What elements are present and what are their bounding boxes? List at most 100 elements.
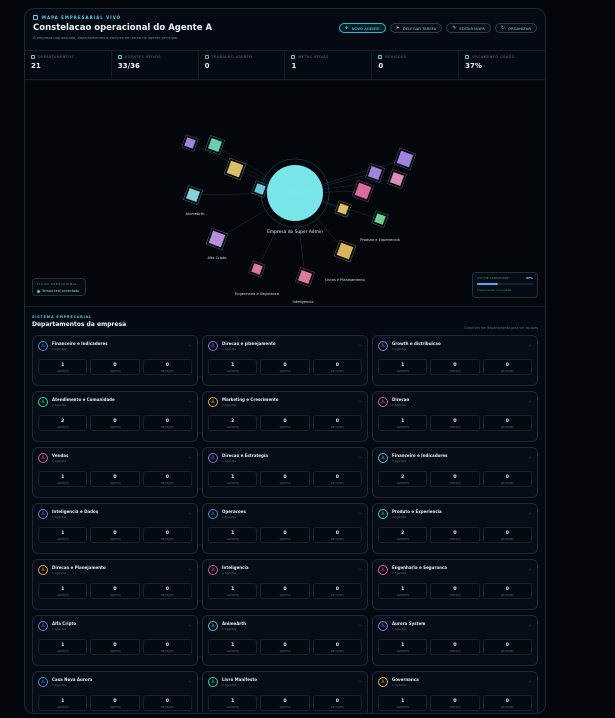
department-name: Financeiro e Indicadores [392,453,448,458]
department-card[interactable]: ♙ Casa Nova Aurora 1 Agentes › 1 AGENTES 0 TARE… [32,671,198,713]
constellation-svg[interactable]: Empresa do Super Admin Alfa Cripto Intelig… [25,81,545,307]
department-node-icon [254,183,266,195]
node-label: Engenharia e Seguranca [235,292,279,296]
department-icon: ♙ [38,453,48,463]
metric-box: 0 TAREFAS [430,695,480,711]
metric-label: REVISOES [330,482,344,485]
department-name: Inteligencia e Dados [52,509,99,514]
department-card[interactable]: ♙ Atendimento e Comunidade 2 Agentes › 2 AGEN… [32,391,198,442]
department-node-icon [374,213,386,225]
department-card[interactable]: ♙ Financeiro e Indicadores 1 Agentes › 1 AGEN… [32,335,198,386]
department-card[interactable]: ♙ Financeiro e Indicadores 2 Agentes › 2 AGEN… [372,447,538,498]
metric-box: 1 AGENTES [38,527,88,543]
department-node-icon [297,269,313,285]
department-sub: 1 Agentes [392,627,407,631]
metric-value: 0 [453,699,457,704]
metric-value: 0 [165,419,169,424]
department-card[interactable]: ♙ Produto e Experiencia 2 Agentes › 2 AGENTES… [372,503,538,554]
department-card[interactable]: ♙ Engenharia e Seguranca 1 Agentes › 1 AGENTE… [372,559,538,610]
metric-box: 0 REVISOES [142,415,192,431]
metric-label: REVISOES [330,538,344,541]
chevron-right-icon: › [359,455,361,461]
department-icon: ♙ [208,453,218,463]
department-card[interactable]: ♙ Inteligencia e Dados 1 Agentes › 1 AGENTES 0… [32,503,198,554]
stat-3: METAS ATIVAS 1 [285,51,373,79]
metric-value: 2 [61,419,65,424]
metric-label: REVISOES [160,706,174,709]
department-card[interactable]: ♙ Growth e distribuicao 1 Agentes › 1 AGENTES… [372,335,538,386]
metric-label: TAREFAS [279,594,291,597]
stat-value: 21 [31,62,41,70]
department-card[interactable]: ♙ AnimeArth 1 Agentes › 1 AGENTES 0 TAREFAS 0 REV… [202,615,368,666]
metric-value: 0 [113,419,117,424]
department-card[interactable]: ♙ Direcao 1 Agentes › 1 AGENTES 0 TAREFAS 0 REVIS… [372,391,538,442]
constellation-map[interactable]: Empresa do Super Admin Alfa Cripto Intelig… [25,81,545,307]
metric-box: 0 TAREFAS [260,639,310,655]
department-sub: 1 Agentes [52,571,67,575]
stat-label: DEPARTAMENTOS [38,55,75,59]
department-sub: 2 Agentes [392,515,407,519]
node-label: Inteligencia [293,300,314,304]
department-card[interactable]: ♙ Direcao e Estrategia 1 Agentes › 1 AGENTES 0… [202,447,368,498]
chevron-right-icon: › [189,511,191,517]
department-icon: ♙ [38,341,48,351]
metric-label: TAREFAS [109,370,121,373]
metric-box: 1 AGENTES [378,359,428,375]
metric-box: 0 REVISOES [142,471,192,487]
metric-value: 0 [505,531,509,536]
chevron-right-icon: › [189,679,191,685]
metric-box: 0 TAREFAS [260,471,310,487]
metric-box: 0 TAREFAS [90,527,140,543]
metric-box: 0 TAREFAS [90,583,140,599]
metric-box: 0 REVISOES [482,471,532,487]
metric-value: 1 [231,363,235,368]
metric-value: 0 [505,587,509,592]
metric-box: 0 TAREFAS [260,415,310,431]
metric-label: AGENTES [226,482,239,485]
metric-value: 0 [165,531,169,536]
metric-value: 0 [113,587,117,592]
department-card[interactable]: ♙ Alfa Cripto 1 Agentes › 1 AGENTES 0 TAREFAS 0 R… [32,615,198,666]
delegate-task-button[interactable]: ➤ DELEGAR TAREFA [389,23,443,33]
department-card[interactable]: ♙ Direcao e planejamento 1 Agentes › 1 AGENTE… [202,335,368,386]
edit-map-button[interactable]: ✎ EDITAR MAPA [446,23,491,33]
metric-value: 0 [453,475,457,480]
department-sub: 1 Agentes [222,347,237,351]
metric-box: 1 AGENTES [208,639,258,655]
metric-value: 0 [113,475,117,480]
department-name: Engenharia e Seguranca [392,565,447,570]
metric-value: 1 [231,643,235,648]
metric-value: 0 [335,587,339,592]
stat-icon [204,55,209,59]
chevron-right-icon: › [359,343,361,349]
metric-box: 1 AGENTES [208,695,258,711]
metric-box: 1 AGENTES [378,639,428,655]
department-card[interactable]: ♙ Inteligencia 1 Agentes › 1 AGENTES 0 TAREFAS 0… [202,559,368,610]
chevron-right-icon: › [359,679,361,685]
metric-box: 0 REVISOES [142,359,192,375]
department-sub: 1 Agentes [392,683,407,687]
metric-box: 0 TAREFAS [90,695,140,711]
metric-value: 1 [401,587,405,592]
department-name: Alfa Cripto [52,621,77,626]
department-card[interactable]: ♙ Direcao e Planejamento 1 Agentes › 1 AGENTE… [32,559,198,610]
department-card[interactable]: ♙ Livro Manifesto 1 Agentes › 1 AGENTES 0 TAREF… [202,671,368,713]
metric-box: 0 TAREFAS [260,359,310,375]
metric-value: 0 [335,699,339,704]
department-card[interactable]: ♙ Marketing e Crescimento 2 Agentes › 2 AGENT… [202,391,368,442]
department-sub: 2 Agentes [392,459,407,463]
stat-icon [31,55,35,59]
department-card[interactable]: ♙ Governanca 1 Agentes › 1 AGENTES 0 TAREFAS 0 RE… [372,671,538,713]
metric-label: TAREFAS [109,706,121,709]
department-card[interactable]: ♙ Operacoes 1 Agentes › 1 AGENTES 0 TAREFAS 0 REV… [202,503,368,554]
map-panel: MAPA EMPRESARIAL VIVO Constelacao operac… [24,8,546,714]
metric-box: 0 TAREFAS [430,415,480,431]
department-card[interactable]: ♙ Aurora System 1 Agentes › 1 AGENTES 0 TAREFAS… [372,615,538,666]
department-sub: 2 Agentes [222,403,237,407]
metric-value: 1 [61,531,65,536]
department-card[interactable]: ♙ Vendas 1 Agentes › 1 AGENTES 0 TAREFAS 0 REVISO… [32,447,198,498]
department-name: Inteligencia [222,565,249,570]
metric-label: AGENTES [226,706,239,709]
organize-button[interactable]: ↻ ORGANIZAR [494,23,537,33]
new-agent-button[interactable]: + NOVO AGENTE [338,23,386,33]
